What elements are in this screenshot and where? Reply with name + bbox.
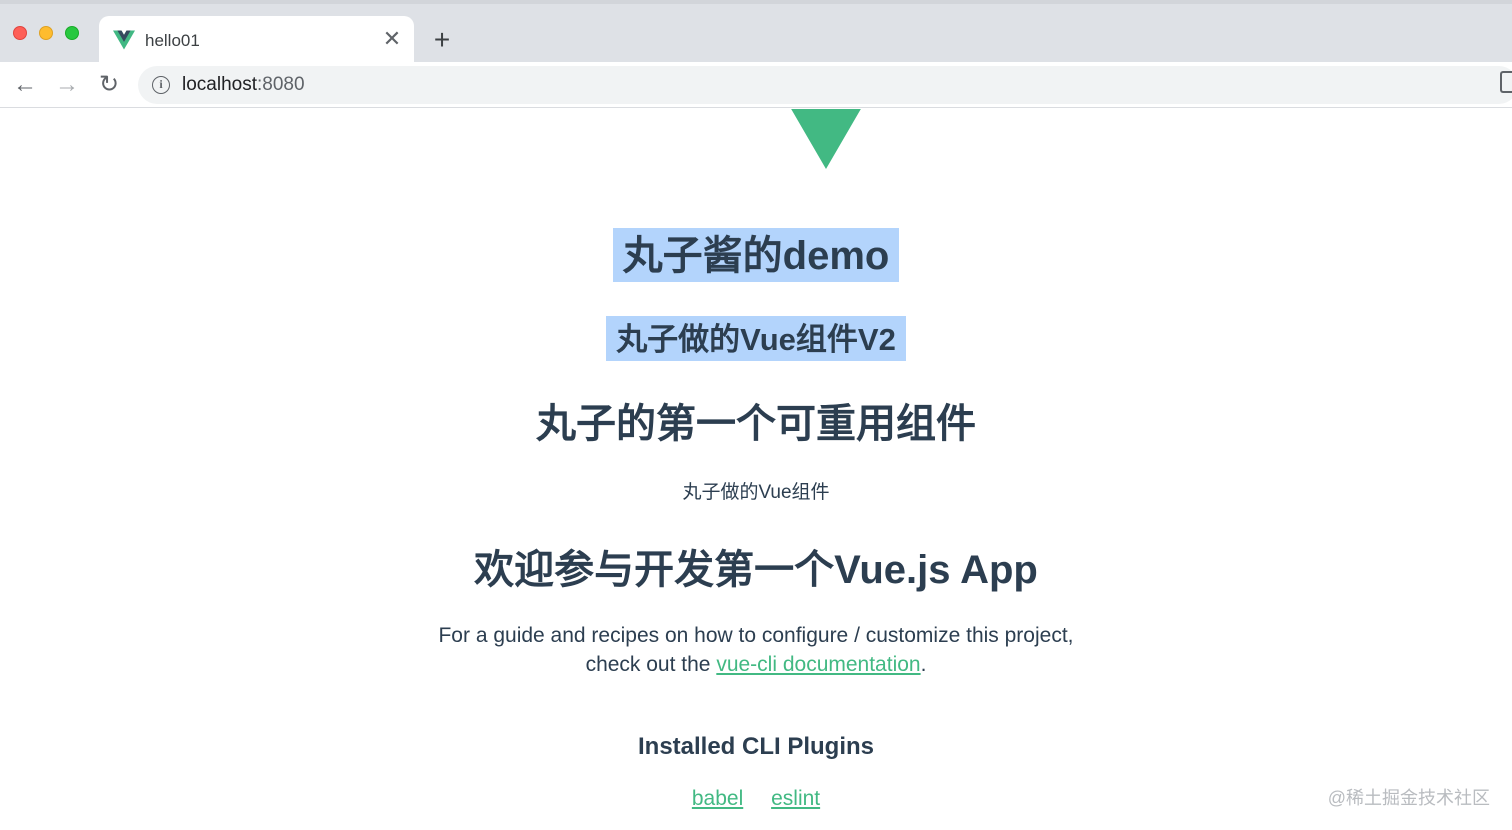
url-port: :8080 xyxy=(257,74,305,95)
watermark: @稀土掘金技术社区 xyxy=(1327,788,1490,808)
page-viewport: 丸子酱的demo 丸子做的Vue组件V2 丸子的第一个可重用组件 丸子做的Vue… xyxy=(0,109,1512,830)
heading-reusable-component: 丸子的第一个可重用组件 xyxy=(536,402,976,446)
guide-paragraph: For a guide and recipes on how to config… xyxy=(0,621,1512,679)
address-bar[interactable]: i localhost:8080 xyxy=(138,66,1512,104)
tab-close-icon[interactable]: ✕ xyxy=(381,28,403,50)
guide-line-2-suffix: . xyxy=(920,653,927,676)
url-host: localhost xyxy=(182,74,257,95)
tab-title: hello01 xyxy=(145,31,200,50)
forward-icon[interactable]: → xyxy=(52,70,82,100)
vue-cli-docs-link[interactable]: vue-cli documentation xyxy=(716,653,920,676)
welcome-heading: 欢迎参与开发第一个Vue.js App xyxy=(474,548,1038,592)
url-text[interactable]: localhost:8080 xyxy=(182,74,305,96)
plugin-link-babel[interactable]: babel xyxy=(692,787,743,810)
minimize-window-button[interactable] xyxy=(39,26,53,40)
site-info-icon[interactable]: i xyxy=(152,76,170,94)
heading-demo: 丸子酱的demo xyxy=(0,223,1512,282)
browser-toolbar: ← → ↻ i localhost:8080 xyxy=(0,62,1512,108)
tab-strip: hello01 ✕ + xyxy=(0,0,1512,66)
close-window-button[interactable] xyxy=(13,26,27,40)
vue-logo-icon xyxy=(791,109,861,169)
tab-hello01[interactable]: hello01 ✕ xyxy=(99,16,414,66)
browser-window: hello01 ✕ + ← → ↻ i localhost:8080 丸子酱的d… xyxy=(0,0,1512,830)
plugin-link-eslint[interactable]: eslint xyxy=(771,787,820,810)
back-icon[interactable]: ← xyxy=(10,70,40,100)
reload-icon[interactable]: ↻ xyxy=(94,70,124,100)
new-tab-button[interactable]: + xyxy=(429,26,455,54)
heading-demo-text: 丸子酱的demo xyxy=(612,228,900,282)
heading-v2: 丸子做的Vue组件V2 xyxy=(0,314,1512,361)
extension-icon[interactable] xyxy=(1500,71,1512,93)
guide-line-1: For a guide and recipes on how to config… xyxy=(438,624,1074,647)
vue-logo-icon xyxy=(113,30,135,50)
guide-line-2-prefix: check out the xyxy=(585,653,717,676)
maximize-window-button[interactable] xyxy=(65,26,79,40)
made-by-text: 丸子做的Vue组件 xyxy=(682,482,830,503)
installed-plugins-heading: Installed CLI Plugins xyxy=(637,733,875,760)
heading-v2-text: 丸子做的Vue组件V2 xyxy=(606,316,906,361)
guide-line-2: check out the vue-cli documentation. xyxy=(0,650,1512,679)
plugins-list: babel eslint xyxy=(0,787,1512,811)
